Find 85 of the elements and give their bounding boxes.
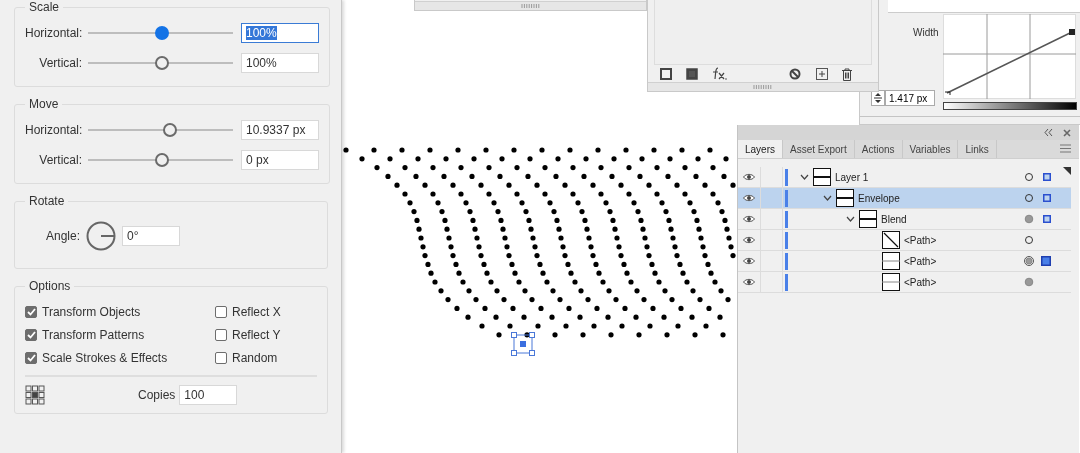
eye-icon[interactable] bbox=[743, 257, 755, 265]
eye-icon[interactable] bbox=[743, 194, 755, 202]
no-sign-icon[interactable] bbox=[789, 68, 801, 80]
layer-name[interactable]: Envelope bbox=[858, 192, 900, 204]
spinner-icon[interactable] bbox=[871, 90, 885, 106]
slider-thumb[interactable] bbox=[154, 56, 169, 70]
chevron-icon[interactable] bbox=[823, 195, 832, 201]
checkbox-label: Random bbox=[232, 351, 278, 365]
section-title: Rotate bbox=[28, 194, 66, 208]
layer-name[interactable]: <Path> bbox=[904, 255, 937, 267]
filled-square-icon[interactable] bbox=[686, 68, 698, 80]
field-label: Horizontal: bbox=[25, 26, 84, 40]
eye-icon[interactable] bbox=[743, 236, 755, 244]
layer-name[interactable]: Layer 1 bbox=[835, 171, 869, 183]
value-field[interactable]: 0° bbox=[122, 226, 180, 246]
layer-row[interactable]: <Path> bbox=[738, 251, 1071, 272]
collapse-icon[interactable] bbox=[1044, 129, 1053, 136]
eye-icon[interactable] bbox=[743, 173, 755, 181]
target-icon[interactable] bbox=[1024, 214, 1034, 224]
selection-indicator-icon[interactable] bbox=[1043, 194, 1051, 202]
checkbox[interactable] bbox=[25, 329, 37, 341]
resize-grip-icon[interactable] bbox=[753, 85, 773, 89]
resize-grip-icon[interactable] bbox=[520, 4, 541, 8]
panel-tab[interactable]: Links bbox=[958, 140, 997, 158]
trash-icon[interactable] bbox=[841, 67, 853, 81]
slider-thumb[interactable] bbox=[154, 26, 169, 40]
field-label: Vertical: bbox=[38, 56, 83, 70]
field-label: Width bbox=[913, 27, 939, 38]
checkbox-label: Reflect X bbox=[232, 305, 281, 319]
value-field[interactable]: 100% bbox=[241, 53, 319, 73]
slider-thumb[interactable] bbox=[154, 153, 169, 167]
target-icon[interactable] bbox=[1024, 193, 1034, 203]
section-title: Options bbox=[28, 279, 72, 293]
width-profile-graph-drawing[interactable] bbox=[943, 14, 1076, 99]
checkbox-label: Reflect Y bbox=[232, 328, 281, 342]
layer-row[interactable]: Envelope bbox=[738, 188, 1071, 209]
menu-icon[interactable] bbox=[1060, 144, 1071, 153]
panel-tab[interactable]: Asset Export bbox=[783, 140, 855, 158]
angle-dial[interactable] bbox=[86, 221, 116, 251]
target-icon[interactable] bbox=[1024, 235, 1034, 245]
eye-icon[interactable] bbox=[743, 215, 755, 223]
value-field[interactable]: 100 bbox=[179, 385, 238, 405]
chevron-icon[interactable] bbox=[800, 174, 809, 180]
layer-name[interactable]: Blend bbox=[881, 213, 907, 225]
selection-indicator-icon[interactable] bbox=[1043, 173, 1051, 181]
selection-indicator-icon[interactable] bbox=[1043, 215, 1051, 223]
checkbox[interactable] bbox=[215, 329, 227, 341]
selection-handles-icon[interactable] bbox=[511, 332, 535, 356]
panel-tab[interactable]: Layers bbox=[738, 140, 783, 158]
close-icon[interactable] bbox=[1063, 128, 1071, 137]
slider-thumb[interactable] bbox=[163, 123, 178, 137]
value-field[interactable]: 1.417 px bbox=[885, 90, 935, 106]
checkbox[interactable] bbox=[215, 352, 227, 364]
fx-icon[interactable] bbox=[712, 67, 728, 81]
eye-icon[interactable] bbox=[743, 278, 755, 286]
layer-row[interactable]: <Path> bbox=[738, 272, 1071, 293]
layer-row[interactable]: <Path> bbox=[738, 230, 1071, 251]
field-label: Horizontal: bbox=[25, 123, 84, 137]
panel-tab[interactable]: Actions bbox=[854, 140, 903, 158]
chevron-icon[interactable] bbox=[846, 216, 855, 222]
field-label: Copies bbox=[138, 388, 176, 402]
square-outline-icon[interactable] bbox=[660, 68, 672, 80]
value-field[interactable]: 0 px bbox=[241, 150, 319, 170]
add-icon[interactable] bbox=[816, 68, 828, 80]
value-field[interactable]: 10.9337 px bbox=[241, 120, 319, 140]
layer-name[interactable]: <Path> bbox=[904, 276, 937, 288]
section-title: Move bbox=[28, 97, 60, 111]
section-title: Scale bbox=[28, 0, 61, 14]
target-icon[interactable] bbox=[1024, 256, 1034, 266]
checkbox-label: Transform Patterns bbox=[42, 328, 145, 342]
corner-icon bbox=[1063, 167, 1071, 175]
target-icon[interactable] bbox=[1024, 172, 1034, 182]
field-label: Vertical: bbox=[38, 153, 83, 167]
panel-tab[interactable]: Variables bbox=[902, 140, 959, 158]
layer-name[interactable]: <Path> bbox=[904, 234, 937, 246]
checkbox[interactable] bbox=[25, 306, 37, 318]
checkbox-label: Transform Objects bbox=[42, 305, 141, 319]
value-field[interactable]: 100% bbox=[241, 23, 319, 43]
field-label: Angle: bbox=[44, 229, 81, 243]
reference-point-icon[interactable] bbox=[25, 385, 45, 405]
checkbox[interactable] bbox=[215, 306, 227, 318]
layer-row[interactable]: Blend bbox=[738, 209, 1071, 230]
checkbox[interactable] bbox=[25, 352, 37, 364]
checkbox-label: Scale Strokes & Effects bbox=[42, 351, 168, 365]
target-icon[interactable] bbox=[1024, 277, 1034, 287]
